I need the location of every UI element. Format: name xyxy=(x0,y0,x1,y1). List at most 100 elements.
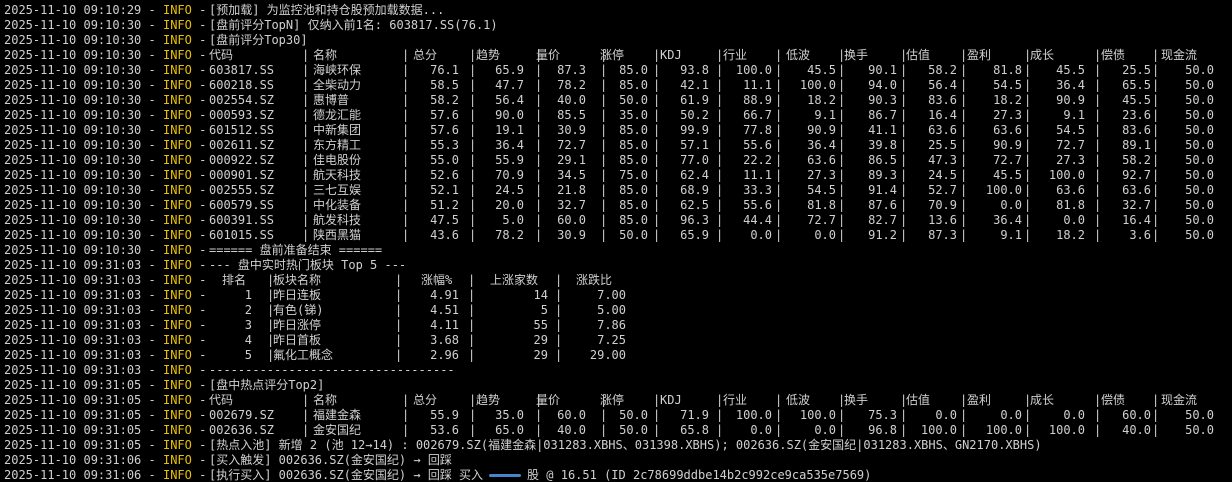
column-separator: | xyxy=(600,78,608,92)
table-cell: 35.0 xyxy=(619,108,648,122)
column-separator: | xyxy=(302,48,310,62)
column-separator: | xyxy=(402,228,410,242)
column-separator: | xyxy=(600,168,608,182)
column-separator: | xyxy=(1152,108,1160,122)
column-separator: | xyxy=(302,108,310,122)
column-separator: | xyxy=(1094,93,1102,107)
table-cell: 36.4 xyxy=(993,213,1022,227)
column-header: 偿债 xyxy=(1101,48,1126,62)
column-separator: | xyxy=(1152,63,1160,77)
column-header: 盈利 xyxy=(967,48,992,62)
table-cell: 昨日涨停 xyxy=(273,318,322,332)
column-separator: | xyxy=(1024,408,1032,422)
column-header: 代码 xyxy=(209,393,234,407)
column-separator: | xyxy=(600,213,608,227)
column-separator: | xyxy=(535,228,543,242)
table-cell: 50.0 xyxy=(1185,153,1214,167)
table-cell: 85.0 xyxy=(619,198,648,212)
column-separator: | xyxy=(535,78,543,92)
column-separator: | xyxy=(960,198,968,212)
log-level: INFO xyxy=(162,363,192,377)
column-separator: | xyxy=(469,198,477,212)
terminal-output[interactable]: 2025-11-10 09:10:29 - INFO - [预加载] 为监控池和… xyxy=(0,0,1232,482)
table-cell: 85.0 xyxy=(619,183,648,197)
column-separator: | xyxy=(960,108,968,122)
table-cell: 50.0 xyxy=(1185,213,1214,227)
column-header: 总分 xyxy=(413,48,438,62)
table-cell: 昨日连板 xyxy=(273,288,322,302)
column-separator: | xyxy=(1094,63,1102,77)
column-separator: | xyxy=(775,408,783,422)
table-cell: 85.0 xyxy=(619,153,648,167)
log-level: INFO xyxy=(162,378,192,392)
table-cell: 5.00 xyxy=(597,303,626,317)
table-cell: 41.1 xyxy=(868,123,897,137)
column-separator: | xyxy=(469,123,477,137)
column-separator: | xyxy=(302,63,310,77)
log-timestamp: 2025-11-10 09:31:03 xyxy=(4,258,142,272)
table-cell: 50.0 xyxy=(1185,93,1214,107)
table-row: 2025-11-10 09:31:03 - INFO - 4 昨日首板 3.68 29… xyxy=(4,333,626,347)
column-separator: | xyxy=(1024,393,1032,407)
column-separator: | xyxy=(838,228,846,242)
table-cell: 航天科技 xyxy=(313,168,362,182)
column-separator: | xyxy=(960,48,968,62)
column-separator: | xyxy=(716,228,724,242)
table-cell: 50.0 xyxy=(619,408,648,422)
column-separator: | xyxy=(1024,198,1032,212)
column-separator: | xyxy=(600,228,608,242)
column-separator: | xyxy=(775,198,783,212)
redacted-mark xyxy=(489,474,522,477)
column-header: 行业 xyxy=(723,393,748,407)
column-separator: | xyxy=(302,138,310,152)
log-level: INFO xyxy=(162,123,192,137)
column-separator: | xyxy=(838,213,846,227)
column-separator: | xyxy=(838,138,846,152)
column-separator: | xyxy=(900,153,908,167)
column-separator: | xyxy=(469,423,477,437)
table-cell: 29 xyxy=(533,348,548,362)
column-header: 换手 xyxy=(844,48,869,62)
log-level: INFO xyxy=(162,33,192,47)
table-row: 2025-11-10 09:10:30 - INFO - 002554.SZ 惠博… xyxy=(4,93,1214,107)
table-cell: 50.0 xyxy=(1185,138,1214,152)
log-message: [盘中热点评分Top2] xyxy=(209,378,325,392)
column-separator: | xyxy=(1094,153,1102,167)
log-timestamp: 2025-11-10 09:31:06 xyxy=(4,453,142,467)
column-separator: | xyxy=(900,213,908,227)
column-header: 名称 xyxy=(313,48,338,62)
column-separator: | xyxy=(775,228,783,242)
log-line: 2025-11-10 09:31:06 - INFO - [执行买入] 0026… xyxy=(4,468,872,482)
column-separator: | xyxy=(395,318,403,332)
table-cell: 7.86 xyxy=(597,318,626,332)
log-timestamp: 2025-11-10 09:10:30 xyxy=(4,153,142,167)
table-cell: 惠博普 xyxy=(313,93,350,107)
column-separator: | xyxy=(469,408,477,422)
column-separator: | xyxy=(653,198,661,212)
column-separator: | xyxy=(1094,168,1102,182)
column-separator: | xyxy=(960,228,968,242)
column-header: 偿债 xyxy=(1101,393,1126,407)
column-separator: | xyxy=(267,348,275,362)
table-cell: 100.0 xyxy=(985,423,1022,437)
column-separator: | xyxy=(1024,123,1032,137)
table-cell: 50.0 xyxy=(1185,78,1214,92)
column-separator: | xyxy=(535,198,543,212)
table-cell: 14 xyxy=(533,288,548,302)
column-separator: | xyxy=(469,213,477,227)
table-row: 2025-11-10 09:10:30 - INFO - 000901.SZ 航天… xyxy=(4,168,1214,182)
column-separator: | xyxy=(1024,423,1032,437)
table-row: 2025-11-10 09:31:03 - INFO - 3 昨日涨停 4.11 55… xyxy=(4,318,626,332)
table-cell: 50.0 xyxy=(1185,63,1214,77)
column-separator: | xyxy=(900,408,908,422)
table-cell: 0.0 xyxy=(1063,408,1085,422)
column-separator: | xyxy=(402,138,410,152)
column-separator: | xyxy=(1152,213,1160,227)
table-cell: 4.11 xyxy=(430,318,459,332)
table-row: 2025-11-10 09:31:05 - INFO - 002636.SZ 金安… xyxy=(4,423,1214,437)
column-separator: | xyxy=(600,108,608,122)
column-separator: | xyxy=(1024,138,1032,152)
column-separator: | xyxy=(468,303,476,317)
column-separator: | xyxy=(600,153,608,167)
column-separator: | xyxy=(535,393,543,407)
